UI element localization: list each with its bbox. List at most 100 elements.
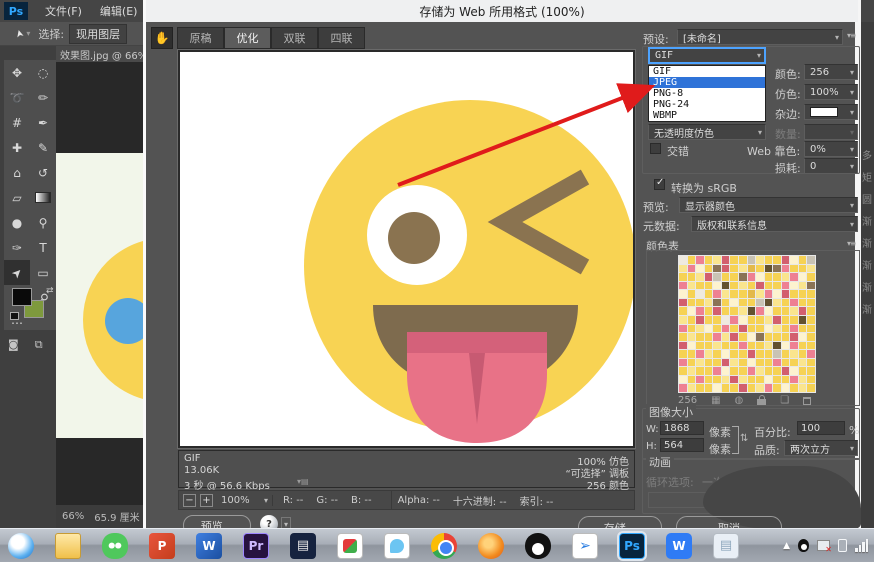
websnap-dropdown[interactable]: 0% ▾ [804, 141, 858, 157]
color-swatch[interactable] [747, 324, 756, 333]
color-swatch[interactable] [756, 256, 764, 264]
color-swatch[interactable] [713, 273, 721, 281]
colors-dropdown[interactable]: 256 ▾ [804, 64, 858, 80]
color-swatch[interactable] [773, 350, 781, 358]
color-swatch[interactable] [679, 341, 687, 350]
format-option-PNG-8[interactable]: PNG-8 [649, 88, 765, 99]
color-swatch[interactable] [790, 367, 798, 375]
color-swatch[interactable] [790, 341, 798, 350]
color-swatch[interactable] [704, 281, 713, 290]
color-swatch[interactable] [721, 367, 730, 375]
color-swatch[interactable] [756, 333, 764, 341]
color-swatch[interactable] [721, 384, 730, 392]
color-swatch[interactable] [773, 264, 781, 273]
color-swatch[interactable] [738, 281, 747, 290]
color-swatch[interactable] [798, 273, 807, 281]
height-input[interactable]: 564 [660, 438, 704, 452]
color-swatch[interactable] [747, 264, 756, 273]
color-swatch[interactable] [790, 290, 798, 298]
color-swatch[interactable] [747, 358, 756, 367]
color-swatch[interactable] [721, 333, 730, 341]
color-swatch[interactable] [713, 350, 721, 358]
width-input[interactable]: 1868 [660, 421, 704, 435]
color-swatch[interactable] [807, 375, 815, 384]
color-swatch[interactable] [807, 350, 815, 358]
color-swatch[interactable] [713, 298, 721, 307]
color-swatch[interactable] [781, 333, 790, 341]
color-swatch[interactable] [696, 256, 704, 264]
color-swatch[interactable] [738, 333, 747, 341]
color-swatch[interactable] [696, 324, 704, 333]
color-swatch[interactable] [738, 307, 747, 315]
color-swatch[interactable] [730, 350, 738, 358]
color-swatch[interactable] [798, 256, 807, 264]
color-swatch[interactable] [696, 307, 704, 315]
color-swatch[interactable] [730, 264, 738, 273]
percent-input[interactable]: 100 [797, 421, 845, 435]
color-swatch[interactable] [807, 298, 815, 307]
color-swatch[interactable] [704, 324, 713, 333]
color-swatch[interactable] [747, 256, 756, 264]
taskbar-media-app[interactable] [337, 532, 363, 559]
color-swatch[interactable] [790, 315, 798, 324]
color-swatch[interactable] [713, 315, 721, 324]
screen-mode-icon[interactable]: ⧉ [35, 338, 43, 352]
color-swatch[interactable] [807, 333, 815, 341]
tray-expand-icon[interactable]: ▲ [783, 541, 790, 551]
color-swatch[interactable] [704, 256, 713, 264]
color-swatch[interactable] [798, 333, 807, 341]
tab-四联[interactable]: 四联 [318, 27, 365, 49]
clone-stamp-tool[interactable]: ⌂ [4, 160, 30, 185]
matte-color-swatch[interactable] [810, 107, 838, 117]
color-swatch[interactable] [687, 307, 696, 315]
preset-flyout-icon[interactable]: ▾≡ [847, 31, 857, 40]
color-swatch[interactable] [738, 264, 747, 273]
color-swatch[interactable] [790, 324, 798, 333]
color-swatch[interactable] [781, 256, 790, 264]
color-swatch[interactable] [738, 290, 747, 298]
color-swatch[interactable] [756, 324, 764, 333]
color-swatch[interactable] [773, 375, 781, 384]
color-swatch[interactable] [721, 315, 730, 324]
select-mode-dropdown[interactable]: 现用图层 [69, 23, 128, 44]
color-swatch[interactable] [687, 367, 696, 375]
color-swatch[interactable] [781, 281, 790, 290]
color-swatch[interactable] [738, 350, 747, 358]
color-table-grid[interactable] [678, 255, 816, 393]
color-swatch[interactable] [790, 333, 798, 341]
eraser-tool[interactable]: ▱ [4, 185, 30, 210]
color-swatch[interactable] [696, 333, 704, 341]
color-swatch[interactable] [687, 281, 696, 290]
color-swatch[interactable] [730, 273, 738, 281]
color-swatch[interactable] [807, 273, 815, 281]
color-swatch[interactable] [696, 367, 704, 375]
metadata-dropdown[interactable]: 版权和联系信息 ▾ [691, 216, 858, 232]
color-swatch[interactable] [807, 315, 815, 324]
color-swatch[interactable] [747, 375, 756, 384]
color-swatch[interactable] [790, 273, 798, 281]
color-swatch[interactable] [764, 264, 773, 273]
color-swatch[interactable] [747, 290, 756, 298]
color-swatch[interactable] [773, 358, 781, 367]
color-swatch[interactable] [713, 256, 721, 264]
color-swatch[interactable] [781, 358, 790, 367]
history-brush-tool[interactable]: ↺ [30, 160, 56, 185]
color-swatch[interactable] [798, 367, 807, 375]
color-swatch[interactable] [704, 273, 713, 281]
color-swatch[interactable] [696, 375, 704, 384]
color-swatch[interactable] [721, 358, 730, 367]
color-swatch[interactable] [798, 384, 807, 392]
move-tool[interactable]: ✥ [4, 60, 30, 85]
signal-bars-icon[interactable] [855, 539, 868, 552]
snap-to-web-icon[interactable]: ▦ [711, 395, 720, 406]
color-swatch[interactable] [807, 307, 815, 315]
color-swatch[interactable] [730, 375, 738, 384]
optimized-preview[interactable] [177, 49, 636, 449]
dither-dropdown[interactable]: 100% ▾ [804, 84, 858, 100]
network-error-icon[interactable] [817, 540, 832, 554]
color-swatch[interactable] [687, 315, 696, 324]
format-option-GIF[interactable]: GIF [649, 66, 765, 77]
color-swatch[interactable] [687, 384, 696, 392]
color-swatch[interactable] [773, 256, 781, 264]
color-swatch[interactable] [756, 367, 764, 375]
